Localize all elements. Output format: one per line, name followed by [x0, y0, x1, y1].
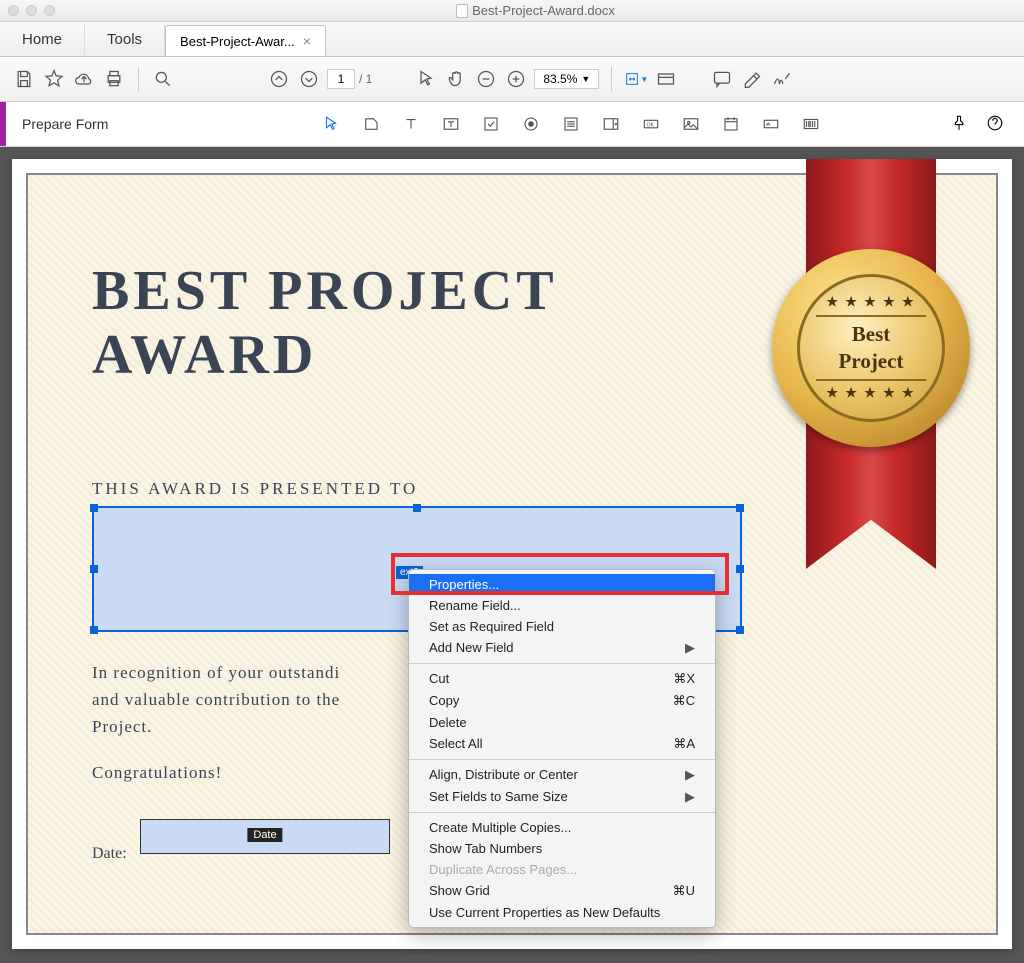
menu-multiple-copies[interactable]: Create Multiple Copies... [409, 817, 715, 838]
save-icon[interactable] [12, 67, 36, 91]
button-icon[interactable]: OK [640, 113, 662, 135]
hand-icon[interactable] [444, 67, 468, 91]
zoom-out-icon[interactable] [474, 67, 498, 91]
date-field[interactable]: Date [140, 819, 390, 854]
minimize-window-icon[interactable] [26, 5, 37, 16]
menu-delete[interactable]: Delete [409, 712, 715, 733]
maximize-window-icon[interactable] [44, 5, 55, 16]
window-controls[interactable] [8, 5, 55, 16]
search-icon[interactable] [151, 67, 175, 91]
certificate-title: BEST PROJECT AWARD [92, 259, 558, 388]
form-toolbar: Prepare Form OK [0, 102, 1024, 147]
close-window-icon[interactable] [8, 5, 19, 16]
edit-form-icon[interactable] [360, 113, 382, 135]
zoom-in-icon[interactable] [504, 67, 528, 91]
select-tool-icon[interactable] [320, 113, 342, 135]
page-current-input[interactable] [327, 69, 355, 89]
tab-document-label: Best-Project-Awar... [180, 34, 295, 49]
pin-icon[interactable] [950, 114, 968, 135]
menu-copy[interactable]: Copy⌘C [409, 690, 715, 712]
fit-width-icon[interactable]: ▼ [624, 67, 648, 91]
sign-icon[interactable] [770, 67, 794, 91]
page-total: / 1 [359, 72, 372, 86]
checkbox-icon[interactable] [480, 113, 502, 135]
help-icon[interactable] [986, 114, 1004, 135]
text-box-icon[interactable] [440, 113, 462, 135]
menu-select-all[interactable]: Select All⌘A [409, 733, 715, 755]
window-titlebar: Best-Project-Award.docx [0, 0, 1024, 22]
document-canvas[interactable]: ★ ★ ★ ★ ★ Best Project ★ ★ ★ ★ ★ BEST PR… [0, 147, 1024, 963]
date-field-tag: Date [247, 828, 282, 842]
read-mode-icon[interactable] [654, 67, 678, 91]
field-context-menu: Properties... Rename Field... Set as Req… [408, 569, 716, 928]
page-indicator: / 1 [327, 69, 372, 89]
menu-same-size[interactable]: Set Fields to Same Size▶ [409, 786, 715, 808]
menu-tab-numbers[interactable]: Show Tab Numbers [409, 838, 715, 859]
menu-use-defaults[interactable]: Use Current Properties as New Defaults [409, 902, 715, 923]
main-toolbar: / 1 83.5%▼ ▼ [0, 57, 1024, 102]
select-arrow-icon[interactable] [414, 67, 438, 91]
text-field-icon[interactable] [400, 113, 422, 135]
award-ribbon: ★ ★ ★ ★ ★ Best Project ★ ★ ★ ★ ★ [782, 159, 962, 579]
menu-add-new-field[interactable]: Add New Field▶ [409, 637, 715, 659]
comment-icon[interactable] [710, 67, 734, 91]
date-field-icon[interactable] [720, 113, 742, 135]
zoom-select[interactable]: 83.5%▼ [534, 69, 599, 89]
menu-set-required[interactable]: Set as Required Field [409, 616, 715, 637]
menu-properties[interactable]: Properties... [409, 574, 715, 595]
award-seal: ★ ★ ★ ★ ★ Best Project ★ ★ ★ ★ ★ [772, 249, 970, 447]
document-icon [456, 4, 468, 18]
congratulations-text: Congratulations! [92, 759, 222, 786]
barcode-icon[interactable] [800, 113, 822, 135]
radio-icon[interactable] [520, 113, 542, 135]
menu-rename-field[interactable]: Rename Field... [409, 595, 715, 616]
star-icon[interactable] [42, 67, 66, 91]
list-icon[interactable] [560, 113, 582, 135]
tab-document[interactable]: Best-Project-Awar... × [165, 25, 326, 56]
tab-tools[interactable]: Tools [85, 23, 165, 56]
menu-cut[interactable]: Cut⌘X [409, 668, 715, 690]
tab-home[interactable]: Home [0, 23, 85, 56]
tab-bar: Home Tools Best-Project-Awar... × [0, 22, 1024, 57]
svg-text:OK: OK [647, 122, 655, 128]
highlight-icon[interactable] [740, 67, 764, 91]
certificate-body: In recognition of your outstandi and val… [92, 659, 340, 741]
prepare-form-label: Prepare Form [6, 116, 124, 132]
close-tab-icon[interactable]: × [303, 33, 311, 49]
page-down-icon[interactable] [297, 67, 321, 91]
menu-show-grid[interactable]: Show Grid⌘U [409, 880, 715, 902]
image-field-icon[interactable] [680, 113, 702, 135]
cloud-icon[interactable] [72, 67, 96, 91]
date-label: Date: [92, 845, 127, 863]
menu-align[interactable]: Align, Distribute or Center▶ [409, 764, 715, 786]
window-title: Best-Project-Award.docx [55, 3, 1016, 18]
page-up-icon[interactable] [267, 67, 291, 91]
signature-field-icon[interactable] [760, 113, 782, 135]
dropdown-icon[interactable] [600, 113, 622, 135]
certificate-subheading: THIS AWARD IS PRESENTED TO [92, 479, 418, 499]
print-icon[interactable] [102, 67, 126, 91]
menu-duplicate-pages: Duplicate Across Pages... [409, 859, 715, 880]
